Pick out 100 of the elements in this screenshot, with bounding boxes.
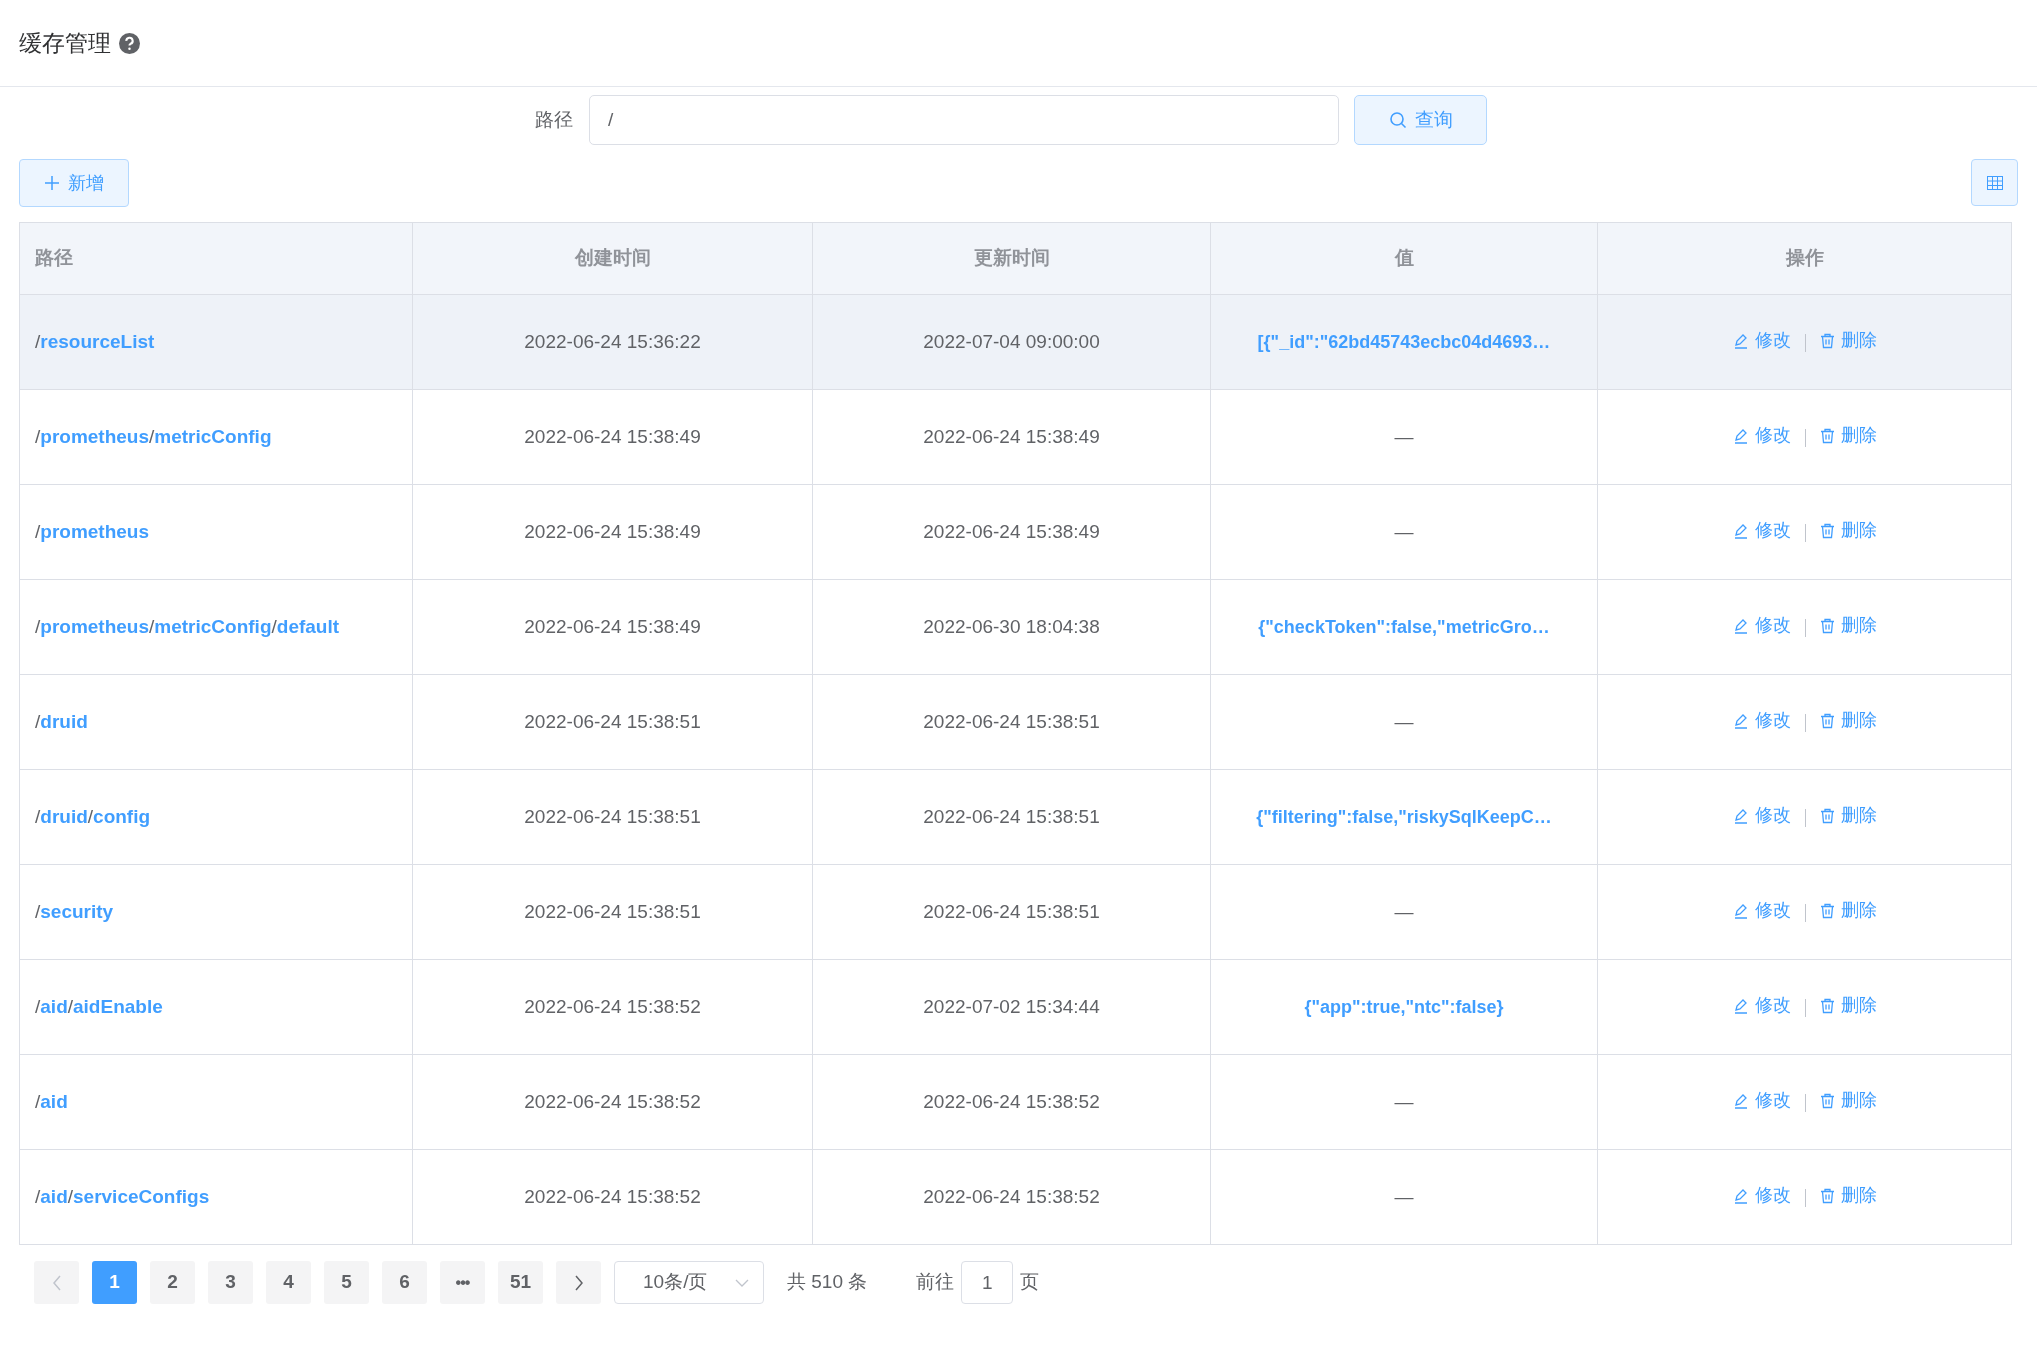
- table-cell: 2022-06-24 15:38:49: [812, 389, 1211, 485]
- edit-link[interactable]: 修改: [1732, 422, 1791, 449]
- trash-icon: [1819, 332, 1835, 349]
- table-cell: 2022-06-24 15:38:49: [412, 389, 813, 485]
- delete-link[interactable]: 删除: [1819, 992, 1877, 1019]
- delete-link[interactable]: 删除: [1819, 612, 1877, 639]
- delete-link[interactable]: 删除: [1819, 707, 1877, 734]
- trash-icon: [1819, 807, 1835, 824]
- value-link[interactable]: [{"_id":"62bd45743ecbc04d4693…: [1257, 331, 1551, 352]
- page-button[interactable]: 51: [498, 1261, 543, 1304]
- help-icon[interactable]: [119, 32, 140, 54]
- column-header: 操作: [1597, 222, 2012, 295]
- trash-icon: [1819, 712, 1835, 729]
- table-cell: 2022-06-24 15:38:49: [812, 484, 1211, 580]
- pencil-icon: [1732, 522, 1749, 539]
- trash-icon: [1819, 1187, 1835, 1204]
- pencil-icon: [1732, 1187, 1749, 1204]
- path-text[interactable]: /aid/aidEnable: [35, 995, 163, 1017]
- value-link[interactable]: {"filtering":false,"riskySqlKeepC…: [1256, 806, 1552, 827]
- edit-link[interactable]: 修改: [1732, 992, 1791, 1019]
- path-text[interactable]: /resourceList: [35, 330, 155, 352]
- goto-label: 前往: [916, 1270, 955, 1295]
- table-icon: [1986, 175, 2003, 190]
- empty-value: —: [1394, 1090, 1414, 1112]
- path-input[interactable]: /: [589, 95, 1339, 145]
- page-title: 缓存管理: [19, 28, 111, 58]
- column-header: 路径: [19, 222, 413, 295]
- edit-link[interactable]: 修改: [1732, 327, 1791, 354]
- value-link[interactable]: {"checkToken":false,"metricGro…: [1258, 616, 1550, 637]
- table-cell: 2022-06-24 15:36:22: [412, 294, 813, 390]
- more-pages-button[interactable]: •••: [440, 1261, 485, 1304]
- column-header: 创建时间: [412, 222, 813, 295]
- pencil-icon: [1732, 617, 1749, 634]
- page-size-select[interactable]: 10条/页: [614, 1261, 764, 1304]
- page-button[interactable]: 3: [208, 1261, 253, 1304]
- pencil-icon: [1732, 807, 1749, 824]
- empty-value: —: [1394, 520, 1414, 542]
- trash-icon: [1819, 427, 1835, 444]
- edit-link[interactable]: 修改: [1732, 517, 1791, 544]
- edit-link[interactable]: 修改: [1732, 897, 1791, 924]
- path-text[interactable]: /prometheus/metricConfig/default: [35, 615, 340, 637]
- edit-link[interactable]: 修改: [1732, 1182, 1791, 1209]
- column-header: 值: [1210, 222, 1598, 295]
- page-button[interactable]: 2: [150, 1261, 195, 1304]
- column-settings-button[interactable]: [1971, 159, 2018, 206]
- page-button[interactable]: 1: [92, 1261, 137, 1304]
- pencil-icon: [1732, 1092, 1749, 1109]
- add-button[interactable]: 新增: [19, 159, 129, 207]
- search-icon: [1388, 111, 1407, 129]
- pencil-icon: [1732, 712, 1749, 729]
- page-button[interactable]: 6: [382, 1261, 427, 1304]
- search-button[interactable]: 查询: [1354, 95, 1487, 145]
- path-text[interactable]: /security: [35, 900, 114, 922]
- delete-link[interactable]: 删除: [1819, 1087, 1877, 1114]
- edit-link[interactable]: 修改: [1732, 612, 1791, 639]
- trash-icon: [1819, 617, 1835, 634]
- page-button[interactable]: 5: [324, 1261, 369, 1304]
- path-text[interactable]: /aid/serviceConfigs: [35, 1185, 210, 1207]
- page-suffix: 页: [1020, 1270, 1040, 1295]
- empty-value: —: [1394, 900, 1414, 922]
- empty-value: —: [1394, 1185, 1414, 1207]
- trash-icon: [1819, 1092, 1835, 1109]
- table-cell: 2022-06-24 15:38:51: [812, 769, 1211, 865]
- delete-link[interactable]: 删除: [1819, 1182, 1877, 1209]
- value-link[interactable]: {"app":true,"ntc":false}: [1304, 996, 1504, 1017]
- table-cell: 2022-06-24 15:38:51: [812, 674, 1211, 770]
- table-cell: 2022-06-24 15:38:49: [412, 484, 813, 580]
- table-cell: 2022-06-24 15:38:51: [412, 864, 813, 960]
- path-label: 路径: [534, 107, 574, 132]
- trash-icon: [1819, 902, 1835, 919]
- table-cell: 2022-06-24 15:38:52: [812, 1149, 1211, 1245]
- delete-link[interactable]: 删除: [1819, 517, 1877, 544]
- path-text[interactable]: /aid: [35, 1090, 68, 1112]
- empty-value: —: [1394, 710, 1414, 732]
- edit-link[interactable]: 修改: [1732, 802, 1791, 829]
- path-text[interactable]: /druid/config: [35, 805, 151, 827]
- path-text[interactable]: /druid: [35, 710, 88, 732]
- plus-icon: [44, 175, 60, 191]
- page-number-input[interactable]: 1: [961, 1261, 1014, 1304]
- next-page-button[interactable]: [556, 1261, 601, 1304]
- table-cell: 2022-06-30 18:04:38: [812, 579, 1211, 675]
- delete-link[interactable]: 删除: [1819, 897, 1877, 924]
- path-text[interactable]: /prometheus: [35, 520, 150, 542]
- table-cell: 2022-06-24 15:38:51: [812, 864, 1211, 960]
- chevron-down-icon: [735, 1277, 749, 1288]
- delete-link[interactable]: 删除: [1819, 327, 1877, 354]
- chevron-left-icon: [51, 1275, 62, 1292]
- edit-link[interactable]: 修改: [1732, 1087, 1791, 1114]
- table-cell: 2022-06-24 15:38:51: [412, 674, 813, 770]
- table-cell: 2022-06-24 15:38:52: [412, 1054, 813, 1150]
- empty-value: —: [1394, 425, 1414, 447]
- delete-link[interactable]: 删除: [1819, 422, 1877, 449]
- page-button[interactable]: 4: [266, 1261, 311, 1304]
- delete-link[interactable]: 删除: [1819, 802, 1877, 829]
- table-cell: 2022-07-02 15:34:44: [812, 959, 1211, 1055]
- edit-link[interactable]: 修改: [1732, 707, 1791, 734]
- chevron-right-icon: [573, 1275, 584, 1292]
- trash-icon: [1819, 522, 1835, 539]
- path-text[interactable]: /prometheus/metricConfig: [35, 425, 272, 447]
- total-count: 共 510 条: [787, 1270, 868, 1295]
